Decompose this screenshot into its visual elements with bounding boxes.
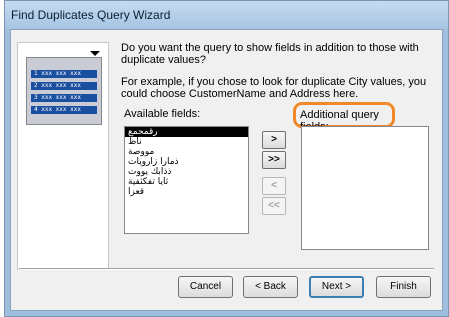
additional-fields-list[interactable]: [301, 126, 429, 250]
illustration-row: 1 xxx xxx xxx: [31, 70, 97, 78]
question-text: Do you want the query to show fields in …: [121, 42, 419, 66]
list-item[interactable]: رقمحمع: [125, 127, 248, 137]
illustration-row: 2 xxx xxx xxx: [31, 82, 97, 90]
title-bar[interactable]: Find Duplicates Query Wizard: [5, 1, 448, 29]
illustration-table: 1 xxx xxx xxx 2 xxx xxx xxx 3 xxx xxx xx…: [26, 57, 102, 125]
dropdown-arrow-icon: [90, 51, 100, 56]
back-button[interactable]: < Back: [243, 276, 298, 298]
list-item[interactable]: قعزا: [125, 187, 248, 197]
example-text: For example, if you chose to look for du…: [121, 76, 427, 100]
divider: [19, 268, 434, 270]
window-title: Find Duplicates Query Wizard: [11, 8, 171, 22]
list-item[interactable]: ذمارا زارويات: [125, 157, 248, 167]
list-item[interactable]: ذذابك يووت: [125, 167, 248, 177]
cancel-button[interactable]: Cancel: [178, 276, 233, 298]
add-field-button[interactable]: >: [262, 131, 286, 149]
illustration-row: 4 xxx xxx xxx: [31, 106, 97, 114]
wizard-window: Find Duplicates Query Wizard 1 xxx xxx x…: [4, 0, 449, 317]
additional-fields-label: Additional query fields:: [293, 102, 395, 133]
next-button[interactable]: Next >: [309, 276, 364, 298]
finish-button[interactable]: Finish: [376, 276, 431, 298]
wizard-client-area: 1 xxx xxx xxx 2 xxx xxx xxx 3 xxx xxx xx…: [10, 29, 443, 311]
remove-all-fields-button[interactable]: <<: [262, 197, 286, 215]
list-item[interactable]: ناظ: [125, 137, 248, 147]
available-fields-label: Available fields:: [124, 108, 201, 120]
list-item[interactable]: مووصة: [125, 147, 248, 157]
remove-field-button[interactable]: <: [262, 177, 286, 195]
illustration-row: 3 xxx xxx xxx: [31, 94, 97, 102]
available-fields-list[interactable]: رقمحمع ناظ مووصة ذمارا زارويات ذذابك يوو…: [124, 126, 249, 234]
wizard-illustration: 1 xxx xxx xxx 2 xxx xxx xxx 3 xxx xxx xx…: [17, 42, 109, 270]
add-all-fields-button[interactable]: >>: [262, 151, 286, 169]
list-item[interactable]: ثايا تفكثفية: [125, 177, 248, 187]
